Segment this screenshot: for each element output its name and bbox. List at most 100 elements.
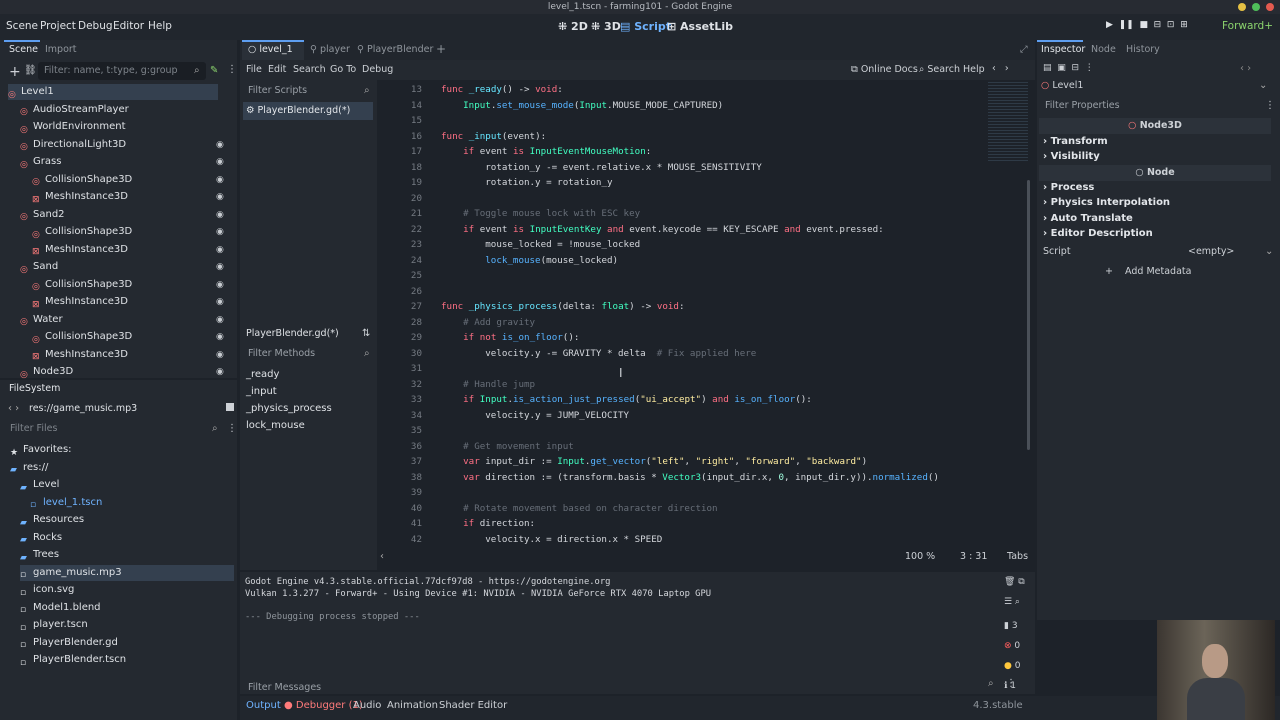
more-icon[interactable]: ⋮ xyxy=(227,64,237,75)
filesystem-title[interactable]: FileSystem xyxy=(9,383,60,394)
toggle-panel-icon[interactable]: ‹ xyxy=(380,551,384,562)
file-tree-item[interactable]: ▫ level_1.tscn xyxy=(30,495,234,511)
tab-audio[interactable]: Audio xyxy=(353,700,381,711)
section-process[interactable]: › Process xyxy=(1043,182,1094,193)
file-tree-item[interactable]: ▫ PlayerBlender.tscn xyxy=(20,652,234,668)
scene-node[interactable]: ◎ CollisionShape3D ◉ xyxy=(32,277,224,293)
menu-debug[interactable]: Debug xyxy=(78,20,113,32)
split-icon[interactable] xyxy=(226,403,234,411)
history-nav-icon[interactable]: ‹ › xyxy=(1240,63,1251,74)
filter-messages-input[interactable]: Filter Messages xyxy=(242,679,992,697)
wrap-icon[interactable]: ☰ ⌕ xyxy=(1004,597,1020,607)
scene-node[interactable]: ◎ DirectionalLight3D ◉ xyxy=(20,137,224,153)
nav-arrows-icon[interactable]: ‹ › xyxy=(8,403,19,414)
clear-output-icon[interactable]: 🗑 ⧉ xyxy=(1004,577,1025,587)
scene-node[interactable]: ◎ CollisionShape3D ◉ xyxy=(32,172,224,188)
online-docs-button[interactable]: ⧉ Online Docs xyxy=(851,64,918,75)
warning-count[interactable]: ● 0 xyxy=(1004,656,1020,676)
file-tree-item[interactable]: ★ Favorites: xyxy=(10,442,234,458)
tab-animation[interactable]: Animation xyxy=(387,700,438,711)
history-nav-icon[interactable]: ‹ › xyxy=(992,63,1009,74)
code-line[interactable]: if event is InputEventMouseMotion: xyxy=(441,146,651,157)
code-line[interactable]: rotation.y = rotation_y xyxy=(441,177,612,188)
vertical-scrollbar[interactable] xyxy=(1027,180,1030,450)
workspace-2d[interactable]: ⁜ 2D xyxy=(558,20,588,33)
renderer-select[interactable]: Forward+ xyxy=(1222,20,1273,32)
current-path[interactable]: res://game_music.mp3 xyxy=(29,403,137,414)
code-line[interactable]: if event is InputEventKey and event.keyc… xyxy=(441,224,884,235)
code-line[interactable]: # Rotate movement based on character dir… xyxy=(441,503,717,514)
method-item[interactable]: _input xyxy=(246,384,277,400)
section-editor-description[interactable]: › Editor Description xyxy=(1043,228,1153,239)
code-line[interactable]: if direction: xyxy=(441,518,535,529)
code-line[interactable]: # Get movement input xyxy=(441,441,574,452)
code-line[interactable]: velocity.x = direction.x * SPEED xyxy=(441,534,662,545)
minimap[interactable] xyxy=(988,82,1028,162)
object-menu-icon[interactable]: ⌄ xyxy=(1259,80,1267,91)
tab-shader-editor[interactable]: Shader Editor xyxy=(439,700,507,711)
file-tree-item[interactable]: ▫ player.tscn xyxy=(20,617,234,633)
scene-node[interactable]: ◎ Sand2 ◉ xyxy=(20,207,224,223)
code-line[interactable]: # Toggle mouse lock with ESC key xyxy=(441,208,640,219)
run-controls[interactable]: ▶ ❚❚ ■ ⊟ ⊡ ⊞ xyxy=(1106,20,1188,30)
file-tree-item[interactable]: ▫ game_music.mp3 xyxy=(20,564,234,581)
tab-scene[interactable]: Scene xyxy=(9,44,38,55)
scene-node[interactable]: ◎ Grass ◉ xyxy=(20,154,224,170)
log-count[interactable]: ▮ 3 xyxy=(1004,616,1020,636)
filter-methods-input[interactable]: Filter Methods xyxy=(242,345,375,363)
tab-inspector[interactable]: Inspector xyxy=(1041,44,1085,55)
script-menu-file[interactable]: File xyxy=(246,64,262,75)
scene-node[interactable]: ◎ Sand ◉ xyxy=(20,259,224,275)
script-menu-debug[interactable]: Debug xyxy=(362,64,393,75)
code-line[interactable]: velocity.y -= GRAVITY * delta # Fix appl… xyxy=(441,348,756,359)
chevron-down-icon[interactable]: ⌄ xyxy=(1265,246,1273,257)
tab-history[interactable]: History xyxy=(1126,44,1160,55)
code-line[interactable]: func _input(event): xyxy=(441,131,546,142)
section-transform[interactable]: › Transform xyxy=(1043,136,1108,147)
scene-node[interactable]: ◎ Node3D ◉ xyxy=(20,364,224,380)
script-menu-search[interactable]: Search xyxy=(293,64,326,75)
scene-node[interactable]: ◎ Level1 xyxy=(8,84,218,100)
code-line[interactable]: # Add gravity xyxy=(441,317,535,328)
indent-mode[interactable]: Tabs xyxy=(1007,551,1028,562)
workspace-assetlib[interactable]: ⊞ AssetLib xyxy=(667,20,733,33)
scene-node[interactable]: ⊠ MeshInstance3D ◉ xyxy=(32,347,224,363)
script-property-value[interactable]: <empty> xyxy=(1188,246,1234,257)
code-editor[interactable]: 13 func _ready() -> void: 14 Input.set_mou… xyxy=(378,80,1033,548)
method-item[interactable]: lock_mouse xyxy=(246,418,305,434)
section-visibility[interactable]: › Visibility xyxy=(1043,151,1100,162)
method-item[interactable]: _ready xyxy=(246,367,279,383)
method-item[interactable]: _physics_process xyxy=(246,401,332,417)
scene-node[interactable]: ◎ Water ◉ xyxy=(20,312,224,328)
script-icon[interactable]: ✎ xyxy=(210,65,218,76)
code-line[interactable]: if Input.is_action_just_pressed("ui_acce… xyxy=(441,394,812,405)
maximize-icon[interactable] xyxy=(1252,3,1260,11)
search-help-button[interactable]: ⌕ Search Help xyxy=(919,64,985,75)
editor-count[interactable]: ℹ 1 xyxy=(1004,676,1020,696)
file-tree-item[interactable]: ▰ Level xyxy=(20,477,234,493)
tab-playerblender[interactable]: ⚲ PlayerBlender xyxy=(357,44,433,55)
file-tree-item[interactable]: ▰ Resources xyxy=(20,512,234,528)
code-line[interactable]: func _ready() -> void: xyxy=(441,84,563,95)
tab-level-1[interactable]: ○ level_1 xyxy=(242,40,304,60)
section-physics-interpolation[interactable]: › Physics Interpolation xyxy=(1043,197,1170,208)
file-tree-item[interactable]: ▰ Trees xyxy=(20,547,234,563)
tab-node[interactable]: Node xyxy=(1091,44,1116,55)
file-tree-item[interactable]: ▫ PlayerBlender.gd xyxy=(20,635,234,651)
tab-player[interactable]: ⚲ player xyxy=(310,44,350,55)
scene-node[interactable]: ◎ AudioStreamPlayer xyxy=(20,102,208,118)
section-auto-translate[interactable]: › Auto Translate xyxy=(1043,213,1133,224)
file-tree-item[interactable]: ▫ icon.svg xyxy=(20,582,234,598)
sort-icon[interactable]: ⇅ xyxy=(362,328,370,339)
add-node-icon[interactable]: + xyxy=(9,64,21,80)
window-controls[interactable] xyxy=(1238,3,1274,11)
scene-node[interactable]: ◎ CollisionShape3D ◉ xyxy=(32,224,224,240)
script-menu-edit[interactable]: Edit xyxy=(268,64,286,75)
error-count[interactable]: ⊗ 0 xyxy=(1004,636,1020,656)
script-menu-goto[interactable]: Go To xyxy=(330,64,356,75)
code-line[interactable]: Input.set_mouse_mode(Input.MOUSE_MODE_CA… xyxy=(441,100,723,111)
code-line[interactable]: rotation_y -= event.relative.x * MOUSE_S… xyxy=(441,162,762,173)
menu-scene[interactable]: Scene xyxy=(6,20,38,32)
filter-properties-input[interactable]: Filter Properties xyxy=(1039,97,1254,115)
inspector-toolbar-icons[interactable]: ▤ ▣ ⊟ ⋮ xyxy=(1043,63,1094,73)
